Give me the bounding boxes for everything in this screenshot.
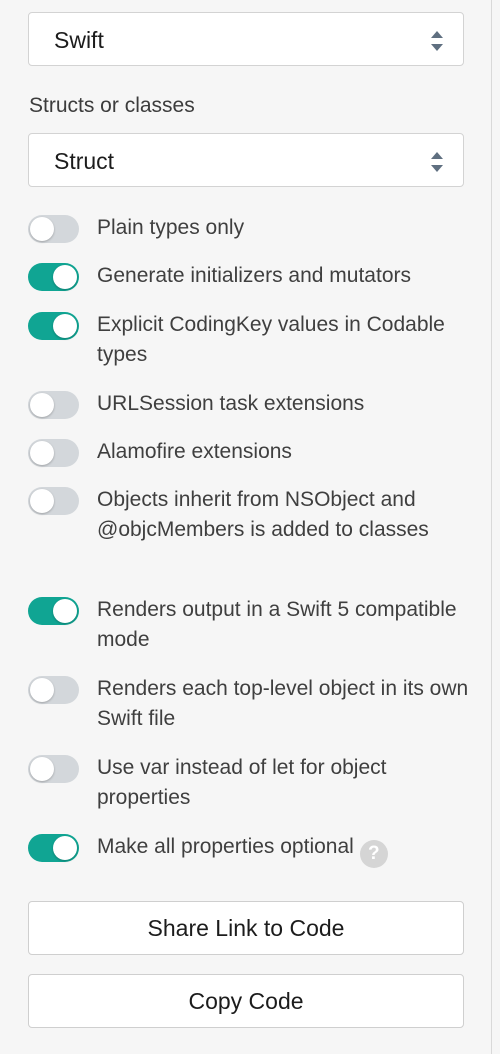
- toggle-knob: [53, 265, 77, 289]
- option-label: Renders output in a Swift 5 compatible m…: [97, 598, 457, 651]
- toggle-knob: [30, 489, 54, 513]
- question-circle-icon[interactable]: ?: [359, 840, 388, 868]
- toggle-switch[interactable]: [28, 391, 79, 419]
- toggle-switch[interactable]: [28, 487, 79, 515]
- option-label: Make all properties optional: [97, 835, 354, 858]
- toggle-switch[interactable]: [28, 263, 79, 291]
- options-panel: Swift Structs or classes Struct Plain ty…: [0, 0, 492, 1054]
- toggle-knob: [30, 393, 54, 417]
- option-label: Generate initializers and mutators: [97, 264, 411, 287]
- select-arrows-icon: [431, 31, 443, 51]
- option-label: Alamofire extensions: [97, 440, 292, 463]
- option-label-wrap: Make all properties optional?: [97, 832, 469, 868]
- option-label: Explicit CodingKey values in Codable typ…: [97, 313, 445, 366]
- option-label: Use var instead of let for object proper…: [97, 756, 387, 809]
- toggle-knob: [30, 441, 54, 465]
- toggle-switch[interactable]: [28, 834, 79, 862]
- language-select-value: Swift: [54, 27, 104, 53]
- share-link-button[interactable]: Share Link to Code: [28, 901, 464, 955]
- toggle-knob: [53, 599, 77, 623]
- toggle-switch[interactable]: [28, 597, 79, 625]
- structs-or-classes-label: Structs or classes: [29, 94, 195, 117]
- struct-select[interactable]: Struct: [28, 133, 464, 187]
- toggle-knob: [30, 217, 54, 241]
- option-label: Objects inherit from NSObject and @objcM…: [97, 488, 429, 541]
- toggle-knob: [30, 678, 54, 702]
- copy-code-button[interactable]: Copy Code: [28, 974, 464, 1028]
- option-label: Plain types only: [97, 216, 245, 239]
- toggle-switch[interactable]: [28, 215, 79, 243]
- toggle-switch[interactable]: [28, 439, 79, 467]
- option-label: Renders each top-level object in its own…: [97, 677, 469, 730]
- toggle-switch[interactable]: [28, 312, 79, 340]
- struct-select-value: Struct: [54, 148, 115, 174]
- toggle-knob: [30, 757, 54, 781]
- language-select[interactable]: Swift: [28, 12, 464, 66]
- toggle-switch[interactable]: [28, 755, 79, 783]
- option-label: URLSession task extensions: [97, 392, 365, 415]
- toggle-switch[interactable]: [28, 676, 79, 704]
- toggle-knob: [53, 314, 77, 338]
- toggle-knob: [53, 836, 77, 860]
- select-arrows-icon: [431, 152, 443, 172]
